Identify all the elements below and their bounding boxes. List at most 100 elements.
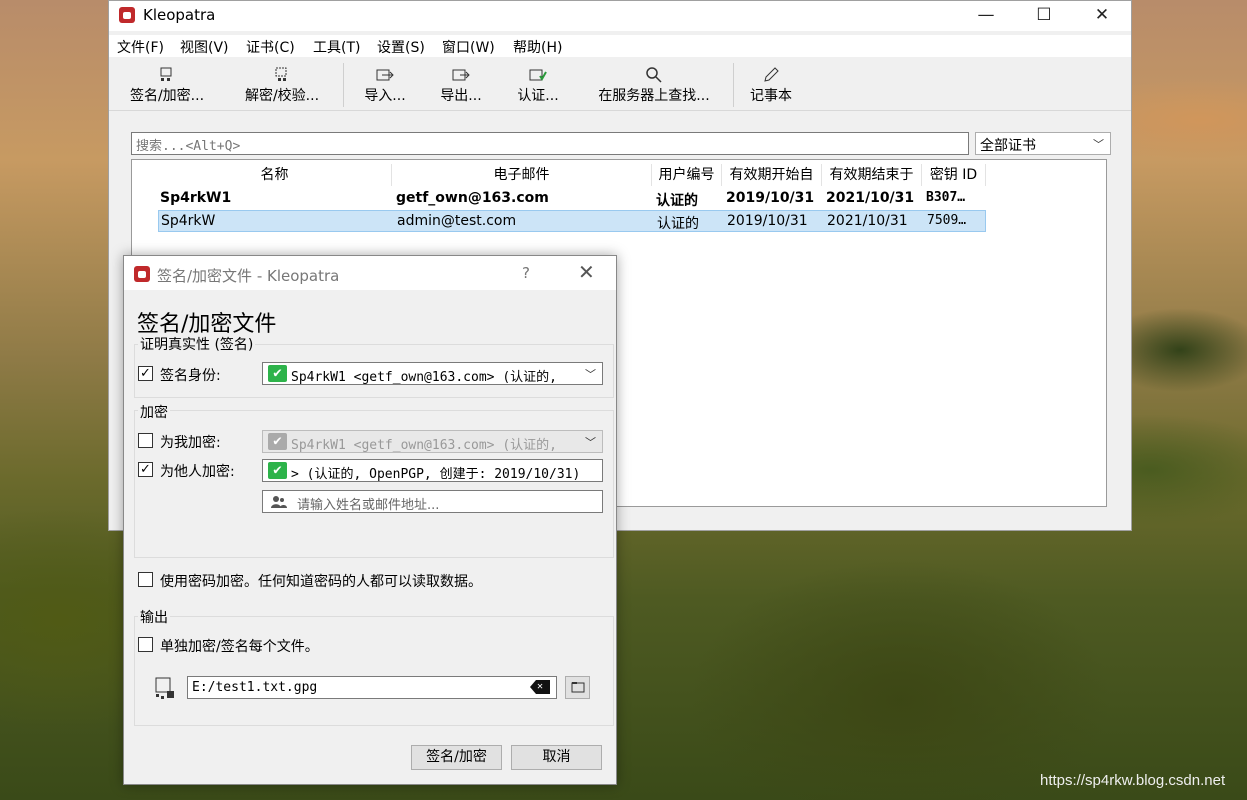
column-valid-from[interactable]: 有效期开始自 [722,164,822,186]
cell-user-id: 认证的 [657,216,699,232]
column-valid-until[interactable]: 有效期结束于 [822,164,922,186]
cell-key-id: 7509… [927,213,967,228]
certify-label: 认证... [517,88,559,104]
window-title: Kleopatra [143,6,216,24]
lookup-server-toolbar-button[interactable]: 在服务器上查找... [587,59,721,111]
chevron-down-icon: ﹀ [1093,138,1104,151]
notepad-label: 记事本 [750,88,792,104]
help-button[interactable]: ? [522,264,530,282]
column-email[interactable]: 电子邮件 [392,164,652,186]
dialog-title: 签名/加密文件 - Kleopatra [157,267,340,285]
browse-folder-button[interactable] [565,676,590,699]
output-path-value: E:/test1.txt.gpg [192,680,318,695]
cell-name: Sp4rkW1 [160,190,232,206]
certified-check-icon: ✔ [268,462,287,479]
certify-toolbar-button[interactable]: 认证... [507,59,569,111]
kleopatra-logo-icon [134,266,150,282]
close-button[interactable]: ✕ [1073,1,1131,31]
sign-encrypt-icon [160,67,172,81]
recipient-search-input[interactable]: 请输入姓名或邮件地址... [262,490,603,513]
cell-email: admin@test.com [397,213,517,229]
password-encrypt-label: 使用密码加密。任何知道密码的人都可以读取数据。 [160,574,482,590]
recipient-placeholder: 请输入姓名或邮件地址... [297,498,440,513]
export-label: 导出... [440,88,482,104]
notepad-toolbar-button[interactable]: 记事本 [745,59,797,111]
cell-name: Sp4rkW [161,213,216,229]
import-toolbar-button[interactable]: 导入... [355,59,415,111]
sign-encrypt-dialog: 签名/加密文件 - Kleopatra ? ✕ 签名/加密文件 证明真实性 (签… [123,255,617,785]
import-label: 导入... [364,88,406,104]
menu-tools[interactable]: 工具(T) [313,37,360,57]
certified-check-icon: ✔ [268,433,287,450]
encrypt-for-me-label: 为我加密: [160,435,221,451]
encrypted-file-icon [155,677,174,699]
output-group [134,616,614,726]
encrypt-for-others-checkbox[interactable]: ✓ [138,462,153,477]
export-icon [452,69,470,81]
maximize-button[interactable]: ☐ [1015,1,1073,31]
output-group-label: 输出 [138,607,170,627]
menu-view[interactable]: 视图(V) [180,37,229,57]
export-toolbar-button[interactable]: 导出... [431,59,491,111]
clear-input-icon[interactable]: ✕ [530,680,550,694]
cell-valid-from: 2019/10/31 [726,190,815,206]
cell-key-id: B307… [926,190,966,205]
sign-as-label: 签名身份: [160,368,221,384]
menu-help[interactable]: 帮助(H) [513,37,562,57]
menu-file[interactable]: 文件(F) [117,37,164,57]
toolbar: 签名/加密... 解密/校验... 导入... 导出... 认证... 在服务器… [109,59,1131,111]
search-icon [646,67,662,83]
decrypt-verify-toolbar-button[interactable]: 解密/校验... [235,59,329,111]
chevron-down-icon: ﹀ [581,434,596,450]
column-name[interactable]: 名称 [158,164,392,186]
minimize-button[interactable]: — [957,1,1015,31]
encrypt-for-others-label: 为他人加密: [160,464,235,480]
encrypt-for-others-input[interactable]: ✔ > (认证的, OpenPGP, 创建于: 2019/10/31) [262,459,603,482]
separate-files-label: 单独加密/签名每个文件。 [160,639,319,655]
menu-window[interactable]: 窗口(W) [442,37,495,57]
sign-as-select[interactable]: ✔ Sp4rkW1 <getf_own@163.com> (认证的, ﹀ [262,362,603,385]
password-encrypt-checkbox[interactable] [138,572,153,587]
sign-encrypt-button[interactable]: 签名/加密 [411,745,502,770]
filter-selected-value: 全部证书 [980,138,1036,154]
add-users-icon [271,496,287,508]
decrypt-verify-label: 解密/校验... [244,88,320,104]
toolbar-separator [733,63,734,107]
menu-bar: 文件(F) 视图(V) 证书(C) 工具(T) 设置(S) 窗口(W) 帮助(H… [109,35,1131,57]
lookup-server-label: 在服务器上查找... [598,88,710,104]
import-icon [376,69,394,81]
encrypt-group-label: 加密 [138,402,170,422]
decrypt-verify-icon [275,67,287,81]
dialog-close-button[interactable]: ✕ [578,260,595,284]
menu-settings[interactable]: 设置(S) [377,37,425,57]
menu-certificates[interactable]: 证书(C) [246,37,295,57]
output-path-input[interactable]: E:/test1.txt.gpg ✕ [187,676,557,699]
pencil-icon [764,67,779,82]
search-input[interactable]: 搜索...<Alt+Q> [131,132,969,155]
sign-encrypt-toolbar-button[interactable]: 签名/加密... [121,59,213,111]
toolbar-separator [343,63,344,107]
certify-icon [529,69,547,81]
sign-as-value: Sp4rkW1 <getf_own@163.com> (认证的, [291,370,557,385]
table-row[interactable]: Sp4rkW1 getf_own@163.com 认证的 2019/10/31 … [158,188,986,210]
certified-check-icon: ✔ [268,365,287,382]
cell-valid-from: 2019/10/31 [727,213,808,229]
separate-files-checkbox[interactable] [138,637,153,652]
authenticity-group-label: 证明真实性 (签名) [138,334,256,354]
sign-encrypt-label: 签名/加密... [129,88,205,104]
column-key-id[interactable]: 密钥 ID [922,164,986,186]
sign-as-checkbox[interactable]: ✓ [138,366,153,381]
encrypt-for-me-checkbox[interactable] [138,433,153,448]
table-row[interactable]: Sp4rkW admin@test.com 认证的 2019/10/31 202… [158,210,986,232]
list-header: 名称 电子邮件 用户编号 有效期开始自 有效期结束于 密钥 ID [132,160,986,186]
encrypt-for-me-value: Sp4rkW1 <getf_own@163.com> (认证的, [291,438,557,453]
watermark-text: https://sp4rkw.blog.csdn.net [1040,772,1226,789]
column-user-id[interactable]: 用户编号 [652,164,722,186]
certificate-filter-select[interactable]: 全部证书 ﹀ [975,132,1111,155]
cancel-button[interactable]: 取消 [511,745,602,770]
chevron-down-icon: ﹀ [581,366,596,382]
cell-email: getf_own@163.com [396,190,549,206]
title-bar: Kleopatra — ☐ ✕ [109,1,1131,31]
kleopatra-logo-icon [119,7,135,23]
encrypt-for-me-select[interactable]: ✔ Sp4rkW1 <getf_own@163.com> (认证的, ﹀ [262,430,603,453]
